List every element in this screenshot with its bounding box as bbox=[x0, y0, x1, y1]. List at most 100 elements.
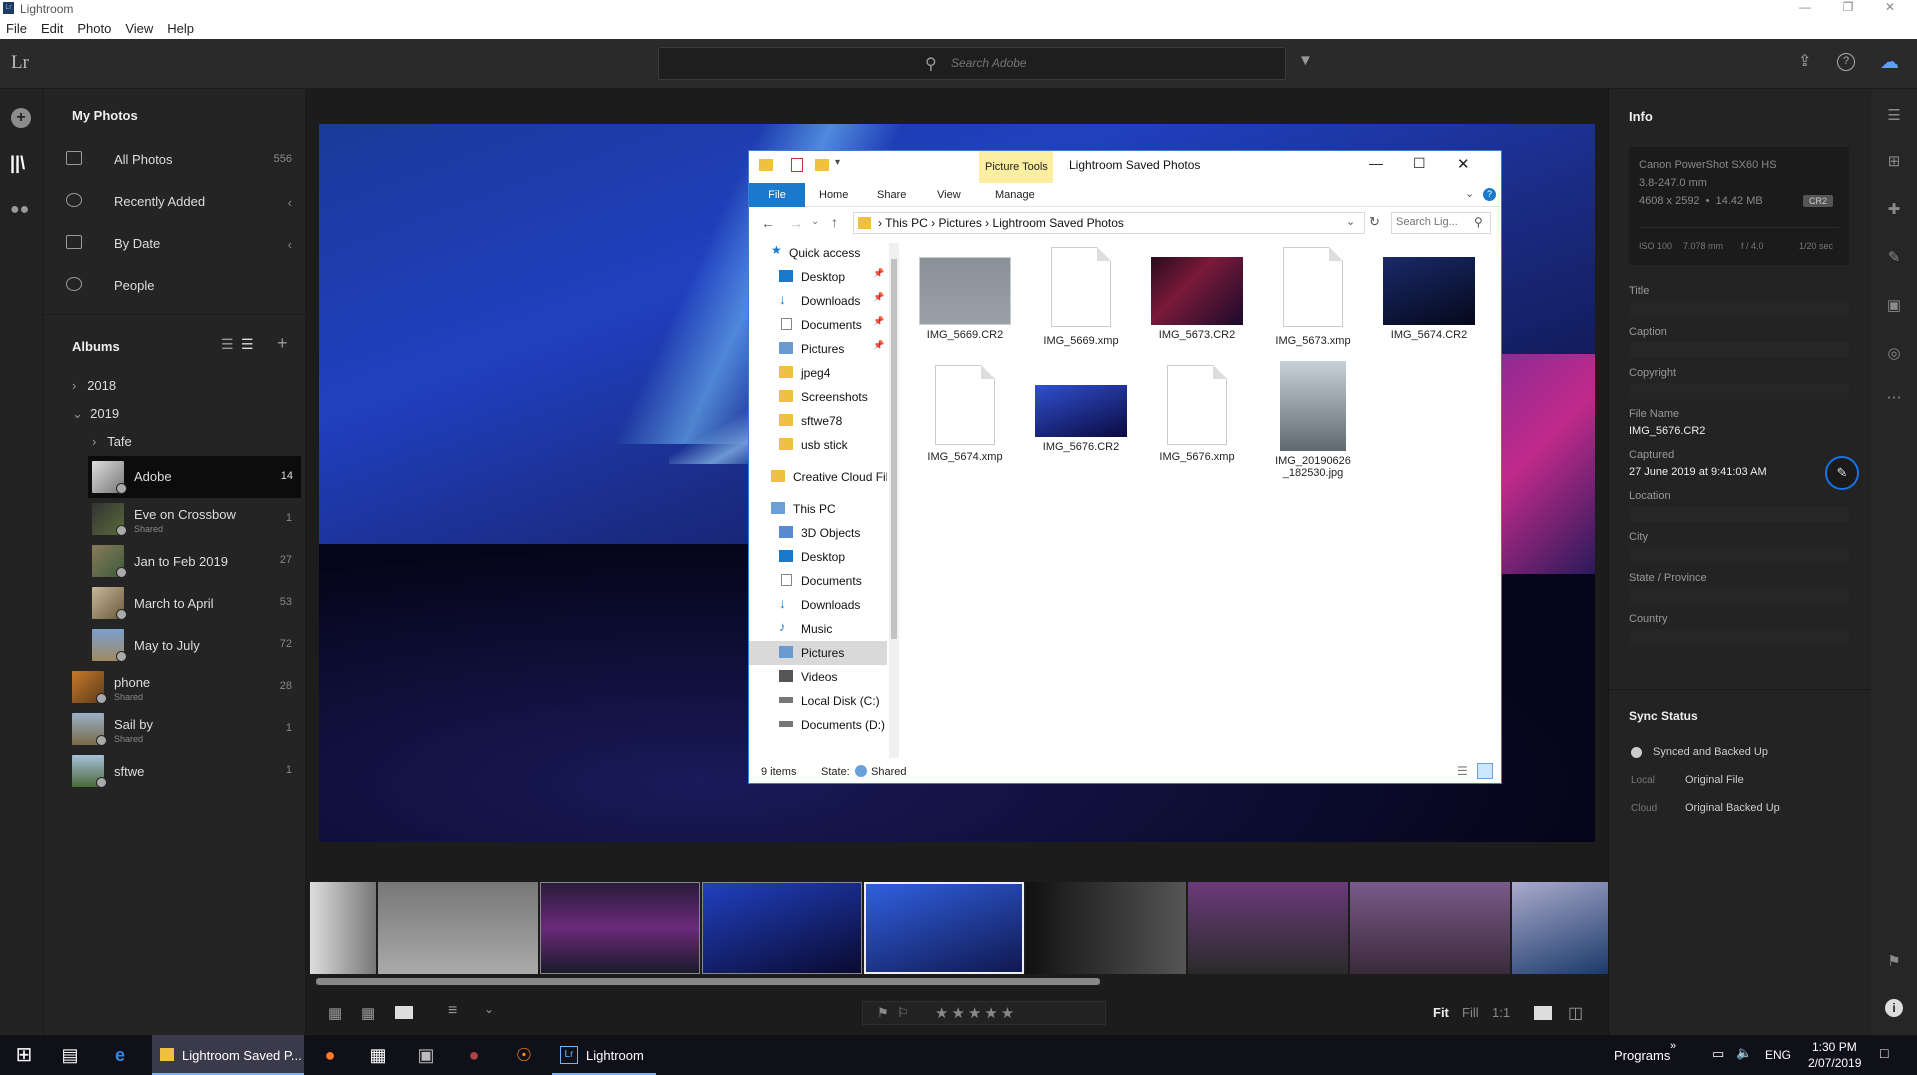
compare-icon[interactable]: ◫ bbox=[1568, 1003, 1583, 1023]
file-item[interactable]: IMG_5669.xmp bbox=[1027, 247, 1135, 347]
album-eve-on-crossbow[interactable]: Eve on Crossbow Shared 1 bbox=[44, 498, 306, 540]
notifications-icon[interactable]: □ bbox=[1880, 1045, 1888, 1061]
city-field[interactable] bbox=[1629, 547, 1849, 563]
breadcrumb-pictures[interactable]: Pictures bbox=[938, 216, 981, 230]
chevron-left-icon[interactable]: ‹ bbox=[288, 195, 292, 210]
radial-gradient-icon[interactable]: ◎ bbox=[1885, 345, 1903, 363]
star-rating[interactable]: ★★★★★ bbox=[935, 1004, 1017, 1022]
refresh-icon[interactable]: ↻ bbox=[1369, 214, 1380, 230]
overflow-chevron-icon[interactable]: » bbox=[1670, 1040, 1676, 1052]
help-icon[interactable]: ? bbox=[1837, 53, 1855, 71]
search-input[interactable] bbox=[951, 56, 1251, 70]
film-thumb[interactable] bbox=[1512, 882, 1608, 974]
app-icon[interactable]: ▣ bbox=[402, 1035, 450, 1075]
folder-tafe[interactable]: › Tafe bbox=[92, 434, 132, 449]
ribbon-tab-share[interactable]: Share bbox=[877, 189, 906, 201]
menu-photo[interactable]: Photo bbox=[71, 17, 119, 36]
people-icon[interactable]: ●● bbox=[10, 201, 29, 219]
linear-gradient-icon[interactable]: ▣ bbox=[1885, 297, 1903, 315]
album-phone[interactable]: phone Shared 28 bbox=[44, 666, 306, 708]
title-field[interactable] bbox=[1629, 301, 1849, 317]
healing-brush-icon[interactable]: ✚ bbox=[1885, 201, 1903, 219]
year-2019[interactable]: ⌄ 2019 bbox=[72, 406, 119, 422]
film-thumb[interactable] bbox=[1188, 882, 1348, 974]
blender-icon[interactable]: ☉ bbox=[500, 1035, 548, 1075]
properties-icon[interactable] bbox=[791, 158, 803, 172]
filmstrip-scrollbar[interactable] bbox=[316, 978, 1100, 985]
menu-help[interactable]: Help bbox=[161, 17, 202, 36]
film-thumb[interactable] bbox=[310, 882, 376, 974]
tree-item[interactable]: Documents 📌 bbox=[749, 313, 887, 337]
library-icon[interactable]: ||\ bbox=[10, 153, 25, 174]
list-view-icon[interactable]: ☰ bbox=[221, 336, 234, 353]
ribbon-tab-view[interactable]: View bbox=[937, 189, 961, 201]
film-thumb[interactable] bbox=[702, 882, 862, 974]
tree-item[interactable]: sftwe78 bbox=[749, 409, 887, 433]
filmstrip-toggle-icon[interactable] bbox=[1534, 1006, 1552, 1020]
nav-by-date[interactable]: By Date ‹ bbox=[44, 225, 306, 261]
more-icon[interactable]: ⋯ bbox=[1885, 389, 1903, 407]
address-bar[interactable]: › This PC › Pictures › Lightroom Saved P… bbox=[853, 212, 1365, 234]
tree-creative-cloud[interactable]: Creative Cloud Fil bbox=[749, 465, 887, 489]
film-thumb[interactable] bbox=[540, 882, 700, 974]
info-icon[interactable]: i bbox=[1885, 999, 1903, 1017]
nav-pane-scrollbar[interactable] bbox=[889, 243, 899, 758]
large-icons-view-icon[interactable] bbox=[1477, 763, 1493, 779]
programs-toolbar[interactable]: Programs bbox=[1614, 1048, 1670, 1063]
crop-icon[interactable]: ⊞ bbox=[1885, 153, 1903, 171]
edit-date-button[interactable]: ✎ bbox=[1825, 456, 1859, 490]
edit-sliders-icon[interactable]: ☰ bbox=[1885, 107, 1903, 125]
chevron-down-icon[interactable]: ⌄ bbox=[484, 1002, 494, 1016]
album-may-to-july[interactable]: May to July 72 bbox=[44, 624, 306, 666]
tree-item[interactable]: usb stick bbox=[749, 433, 887, 457]
close-button[interactable]: ✕ bbox=[1880, 0, 1900, 14]
film-thumb[interactable] bbox=[1350, 882, 1510, 974]
file-item[interactable]: IMG_5676.xmp bbox=[1143, 365, 1251, 463]
file-item[interactable]: IMG_5674.CR2 bbox=[1375, 257, 1483, 341]
edge-browser-icon[interactable]: e bbox=[96, 1035, 144, 1075]
tree-item[interactable]: Local Disk (C:) bbox=[749, 689, 887, 713]
keywords-icon[interactable]: ⚑ bbox=[1885, 953, 1903, 971]
chevron-left-icon[interactable]: ‹ bbox=[288, 237, 292, 252]
taskbar-explorer-button[interactable]: Lightroom Saved P... bbox=[152, 1035, 304, 1075]
back-icon[interactable]: ← bbox=[761, 215, 775, 231]
grid-large-icon[interactable]: ▦ bbox=[361, 1004, 375, 1022]
album-adobe[interactable]: Adobe 14 bbox=[88, 456, 301, 498]
up-icon[interactable]: ↑ bbox=[831, 214, 838, 230]
filter-icon[interactable]: ▼ bbox=[1298, 52, 1313, 69]
language-indicator[interactable]: ENG bbox=[1765, 1048, 1791, 1062]
single-view-icon[interactable] bbox=[395, 1006, 413, 1019]
tree-this-pc[interactable]: This PC bbox=[749, 497, 887, 521]
tree-item[interactable]: ♪ Music bbox=[749, 617, 887, 641]
share-icon[interactable]: ⇪ bbox=[1798, 51, 1811, 71]
tree-item[interactable]: Screenshots bbox=[749, 385, 887, 409]
film-thumb[interactable] bbox=[1026, 882, 1186, 974]
help-icon[interactable]: ? bbox=[1483, 188, 1496, 201]
file-item[interactable]: IMG_5673.xmp bbox=[1259, 247, 1367, 347]
explorer-search-input[interactable] bbox=[1396, 216, 1468, 228]
filmstrip[interactable] bbox=[310, 882, 1608, 974]
tree-item[interactable]: Desktop bbox=[749, 545, 887, 569]
file-item[interactable]: IMG_5669.CR2 bbox=[911, 257, 1019, 341]
calendar-app-icon[interactable]: ▦ bbox=[354, 1035, 402, 1075]
album-march-to-april[interactable]: March to April 53 bbox=[44, 582, 306, 624]
address-dropdown-icon[interactable]: ⌄ bbox=[1346, 215, 1355, 228]
start-windows-icon[interactable]: ⊞ bbox=[0, 1035, 48, 1075]
state-field[interactable] bbox=[1629, 588, 1849, 604]
grid-list-icon[interactable]: ☰ bbox=[241, 336, 254, 353]
brush-icon[interactable]: ✎ bbox=[1885, 249, 1903, 267]
task-view-icon[interactable]: ▤ bbox=[46, 1035, 94, 1075]
nav-recently-added[interactable]: Recently Added ‹ bbox=[44, 183, 306, 219]
file-item[interactable]: IMG_20190626_182530.jpg bbox=[1259, 361, 1367, 479]
file-item[interactable]: IMG_5676.CR2 bbox=[1027, 385, 1135, 453]
copyright-field[interactable] bbox=[1629, 383, 1849, 399]
breadcrumb-this-pc[interactable]: This PC bbox=[885, 216, 928, 230]
tree-item[interactable]: Pictures 📌 bbox=[749, 337, 887, 361]
film-thumb[interactable] bbox=[378, 882, 538, 974]
film-thumb-selected[interactable] bbox=[864, 882, 1024, 974]
zoom-fit[interactable]: Fit bbox=[1433, 1005, 1449, 1020]
recent-dropdown-icon[interactable]: ⌄ bbox=[811, 216, 819, 227]
tree-item-selected[interactable]: Pictures bbox=[749, 641, 887, 665]
add-photos-icon[interactable]: + bbox=[11, 108, 31, 128]
search-box[interactable]: ⚲ bbox=[658, 47, 1286, 80]
